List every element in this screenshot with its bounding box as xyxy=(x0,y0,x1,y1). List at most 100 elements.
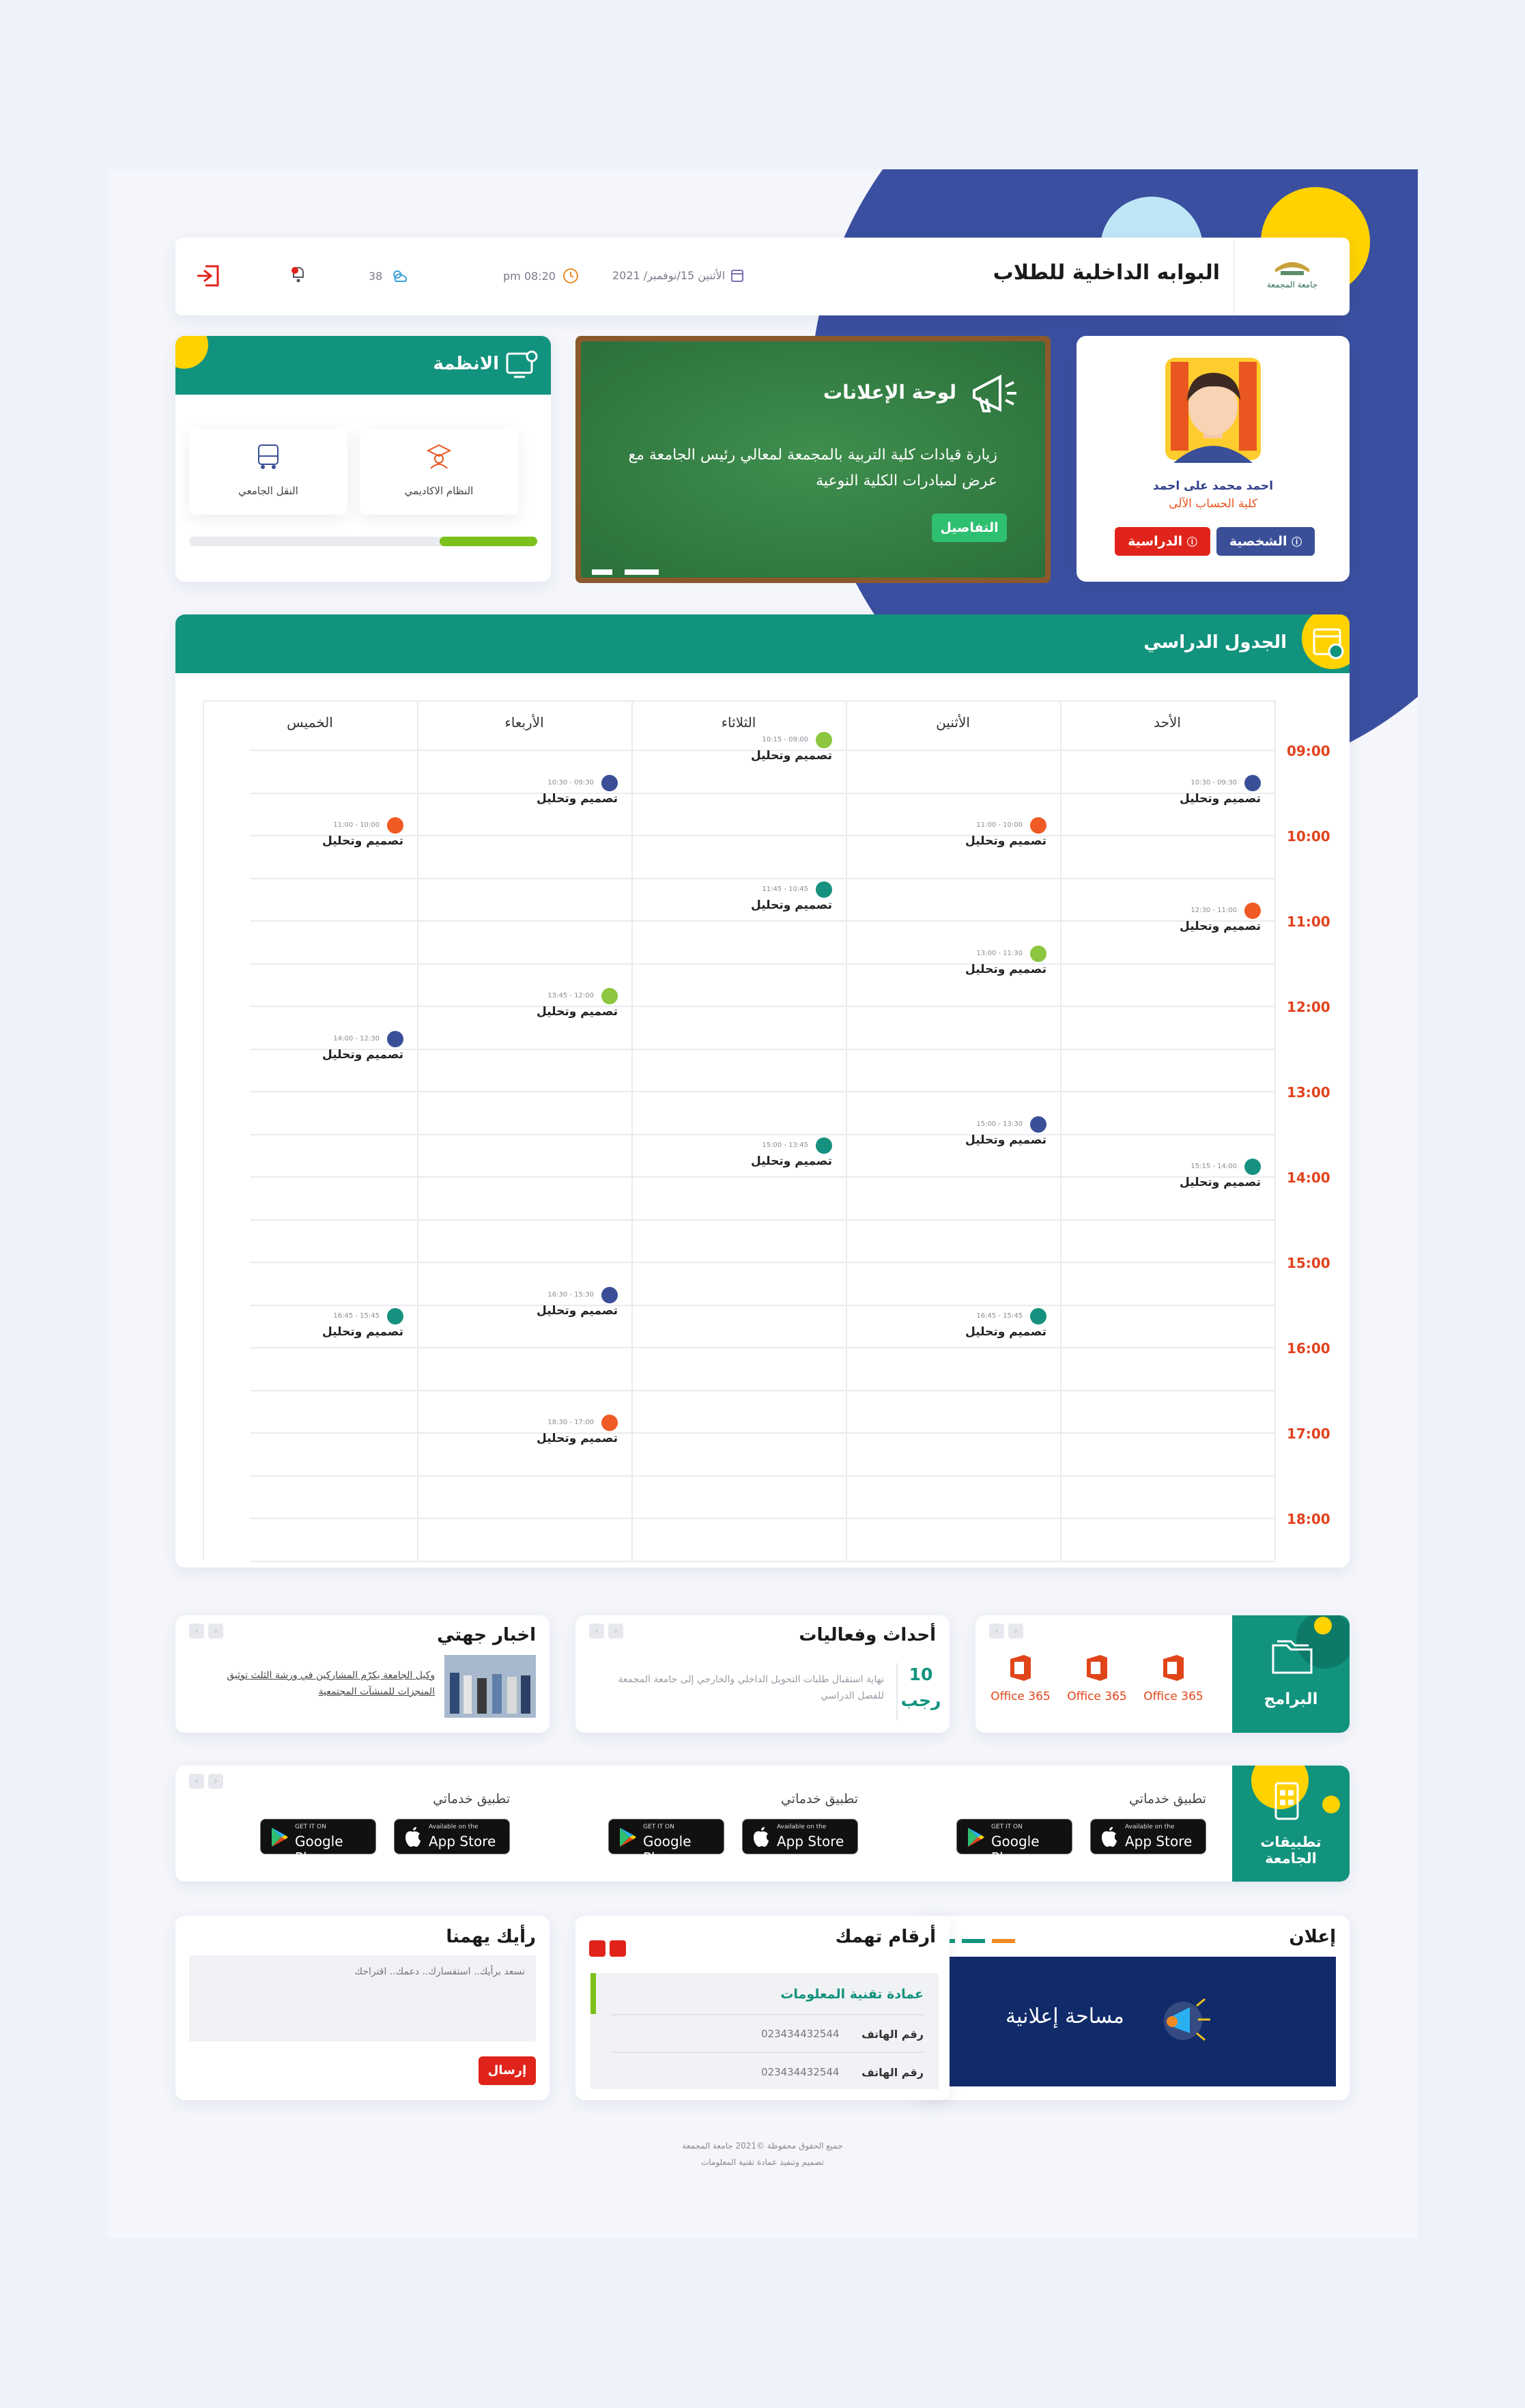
class-slot[interactable]: 12:30 - 14:00 تصميم وتحليل xyxy=(294,1030,403,1062)
grid-line xyxy=(251,963,1274,965)
day-header: الثلاثاء xyxy=(721,714,756,731)
slot-course-name: تصميم وتحليل xyxy=(1180,920,1261,933)
class-slot[interactable]: 09:00 - 10:15 تصميم وتحليل xyxy=(723,732,832,763)
prev-arrow-icon[interactable] xyxy=(589,1940,605,1957)
office365-app[interactable]: Office 365 xyxy=(986,1652,1055,1703)
slot-course-name: تصميم وتحليل xyxy=(751,898,832,912)
news-carousel-arrows[interactable]: ‹ › xyxy=(189,1624,223,1639)
class-slot[interactable]: 10:00 - 11:00 تصميم وتحليل xyxy=(937,817,1046,848)
slot-color-dot xyxy=(387,817,403,834)
class-slot[interactable]: 09:30 - 10:30 تصميم وتحليل xyxy=(1152,774,1261,806)
slot-course-name: تصميم وتحليل xyxy=(537,1303,618,1318)
next-arrow-icon[interactable]: › xyxy=(1008,1624,1023,1639)
prev-arrow-icon[interactable]: ‹ xyxy=(589,1624,604,1639)
info-icon: ⓘ xyxy=(1292,536,1302,548)
news-text[interactable]: وكيل الجامعة يكرّم المشاركين في ورشة الث… xyxy=(203,1667,435,1700)
day-header: الأثنين xyxy=(936,714,970,731)
prev-arrow-icon[interactable]: ‹ xyxy=(989,1624,1004,1639)
class-slot[interactable]: 09:30 - 10:30 تصميم وتحليل xyxy=(509,774,618,806)
send-button[interactable]: إرسال xyxy=(479,2056,536,2085)
event-text[interactable]: نهاية استقبال طلبات التحويل الداخلي والخ… xyxy=(596,1671,884,1704)
academic-system-label: النظام الاكاديمي xyxy=(404,485,474,497)
schedule-grid: الأحد الأثنين الثلاثاء الأربعاء الخميس 09:00 1… xyxy=(175,614,1350,1568)
phone-number[interactable]: 023434432544 xyxy=(761,2028,840,2040)
academic-system-tile[interactable]: النظام الاكاديمي xyxy=(360,429,518,515)
notifications-button[interactable] xyxy=(290,265,307,287)
grid-line xyxy=(417,700,418,1561)
megaphone-icon xyxy=(973,374,1016,412)
class-slot[interactable]: 12:00 - 13:45 تصميم وتحليل xyxy=(509,988,618,1019)
slide-indicator[interactable] xyxy=(625,569,659,575)
app-store-button[interactable]: Available on the App Store xyxy=(394,1819,510,1854)
slot-course-name: تصميم وتحليل xyxy=(751,1154,832,1168)
office365-app[interactable]: Office 365 xyxy=(1063,1652,1131,1703)
next-arrow-icon[interactable]: › xyxy=(608,1624,623,1639)
class-slot[interactable]: 15:45 - 16:45 تصميم وتحليل xyxy=(937,1307,1046,1339)
grid-line xyxy=(203,700,204,1561)
hour-label: 14:00 xyxy=(1287,1170,1330,1186)
slot-color-dot xyxy=(387,1307,403,1325)
day-header: الأحد xyxy=(1154,714,1181,731)
slot-course-name: تصميم وتحليل xyxy=(751,749,832,763)
details-button[interactable]: التفاصيل xyxy=(932,513,1007,542)
study-info-button[interactable]: الدراسية ⓘ xyxy=(1115,527,1210,556)
hour-label: 16:00 xyxy=(1287,1340,1330,1357)
hour-label: 12:00 xyxy=(1287,999,1330,1015)
class-slot[interactable]: 11:00 - 12:30 تصميم وتحليل xyxy=(1152,903,1261,933)
programs-carousel-arrows[interactable]: ‹ › xyxy=(989,1624,1023,1639)
grid-line xyxy=(251,1432,1274,1434)
class-slot[interactable]: 13:45 - 15:00 تصميم وتحليل xyxy=(723,1137,832,1168)
class-slot[interactable]: 13:30 - 15:00 تصميم وتحليل xyxy=(937,1116,1046,1147)
date-text: الأثنين 15/نوفمبر/ 2021 xyxy=(612,268,726,282)
slot-course-name: تصميم وتحليل xyxy=(965,1133,1046,1147)
systems-scrollbar-thumb[interactable] xyxy=(440,537,537,546)
google-play-button[interactable]: GET IT ON Google Play xyxy=(956,1819,1072,1866)
slot-time: 09:00 - 10:15 xyxy=(762,736,808,743)
slot-time: 15:45 - 16:45 xyxy=(976,1312,1023,1320)
google-play-button[interactable]: GET IT ON Google Play xyxy=(260,1819,376,1866)
class-slot[interactable]: 14:00 - 15:15 تصميم وتحليل xyxy=(1152,1159,1261,1189)
google-play-button[interactable]: GET IT ON Google Play xyxy=(608,1819,724,1866)
app-store-button[interactable]: Available on the App Store xyxy=(1090,1819,1206,1854)
systems-scrollbar[interactable] xyxy=(189,537,537,546)
slot-color-dot xyxy=(601,774,618,791)
google-play-icon xyxy=(272,1828,288,1847)
hour-label: 10:00 xyxy=(1287,828,1330,845)
class-slot[interactable]: 15:30 - 16:30 تصميم وتحليل xyxy=(509,1286,618,1318)
opinion-textarea[interactable] xyxy=(189,1955,536,2041)
numbers-title: أرقام تهمك xyxy=(835,1927,936,1947)
student-name: احمد محمد على احمد xyxy=(1152,479,1274,493)
class-slot[interactable]: 11:30 - 13:00 تصميم وتحليل xyxy=(937,945,1046,976)
class-slot[interactable]: 15:45 - 16:45 تصميم وتحليل xyxy=(294,1307,403,1339)
news-photo[interactable] xyxy=(444,1655,536,1718)
megaphone-icon xyxy=(1164,1998,1210,2041)
page-frame: جامعة المجمعة البوابه الداخلية للطلاب ال… xyxy=(107,169,1418,2238)
numbers-card: أرقام تهمك عمادة تقنية المعلومات رقم اله… xyxy=(575,1916,950,2100)
google-play-small-text: GET IT ON xyxy=(295,1824,326,1830)
prev-arrow-icon[interactable]: ‹ xyxy=(189,1624,204,1639)
slot-time: 15:45 - 16:45 xyxy=(333,1312,380,1320)
portal-title: البوابه الداخلية للطلاب xyxy=(993,261,1220,285)
grid-line xyxy=(631,700,633,1561)
news-title: اخبار جهتي xyxy=(437,1625,536,1645)
next-arrow-icon[interactable]: › xyxy=(208,1624,223,1639)
temperature-text: 38 xyxy=(369,269,383,283)
office365-app[interactable]: Office 365 xyxy=(1139,1652,1208,1703)
graduate-icon xyxy=(426,444,452,469)
bell-icon xyxy=(291,266,304,283)
grid-line xyxy=(251,1518,1274,1519)
numbers-nav[interactable] xyxy=(589,1940,626,1957)
class-slot[interactable]: 10:00 - 11:00 تصميم وتحليل xyxy=(294,817,403,848)
logout-button[interactable] xyxy=(195,264,222,291)
ad-banner[interactable]: مساحة إعلانية xyxy=(930,1957,1336,2086)
next-arrow-icon[interactable] xyxy=(610,1940,626,1957)
phone-number[interactable]: 023434432544 xyxy=(761,2066,840,2078)
class-slot[interactable]: 10:45 - 11:45 تصميم وتحليل xyxy=(723,881,832,912)
class-slot[interactable]: 17:00 - 18:30 تصميم وتحليل xyxy=(509,1415,618,1445)
events-carousel-arrows[interactable]: ‹ › xyxy=(589,1624,623,1639)
transport-system-tile[interactable]: النقل الجامعي xyxy=(189,429,347,515)
personal-info-button[interactable]: الشخصية ⓘ xyxy=(1216,527,1315,556)
slide-indicator-active[interactable] xyxy=(592,569,612,575)
personal-info-label: الشخصية xyxy=(1229,534,1287,549)
app-store-button[interactable]: Available on the App Store xyxy=(742,1819,858,1854)
